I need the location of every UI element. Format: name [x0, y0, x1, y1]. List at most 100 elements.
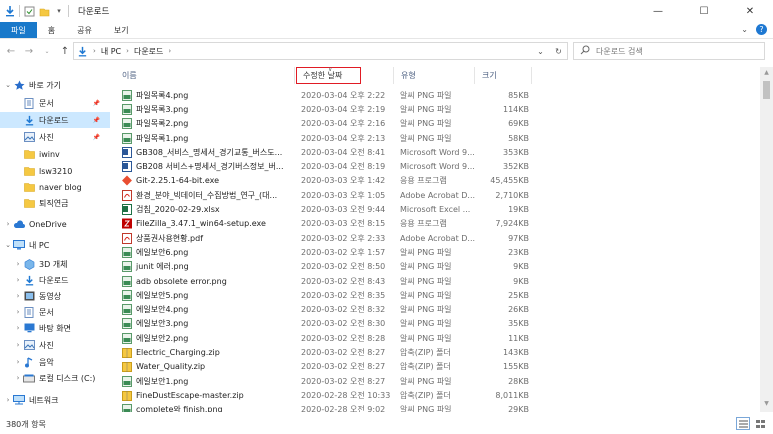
nav-item-6[interactable]: naver blog	[0, 179, 110, 195]
chevron-right-icon[interactable]: ›	[13, 276, 23, 284]
search-input[interactable]	[596, 46, 746, 56]
new-folder-icon[interactable]	[38, 5, 50, 17]
file-name-cell[interactable]: adb obsolete error.png	[122, 275, 300, 287]
file-row[interactable]: 에일보안5.png 2020-03-02 오전 8:35 알씨 PNG 파일 25KB	[119, 288, 759, 302]
file-name-cell[interactable]: GB208 서비스+명세서_경기버스정보_버...	[122, 161, 300, 173]
column-header-date[interactable]: ∨ 수정한 날짜	[296, 66, 361, 84]
maximize-button[interactable]: ☐	[681, 0, 727, 22]
file-name-cell[interactable]: 에일보안5.png	[122, 289, 300, 301]
file-name-cell[interactable]: GB308_서비스_명세서_경기교통_버스도...	[122, 146, 300, 158]
file-row[interactable]: Water_Quality.zip 2020-03-02 오전 8:27 압축(ZI…	[119, 360, 759, 374]
nav-item-16[interactable]: › 음악	[0, 354, 110, 370]
file-row[interactable]: 에일보안1.png 2020-03-02 오전 8:27 알씨 PNG 파일 28KB	[119, 374, 759, 388]
file-name-cell[interactable]: Git-2.25.1-64-bit.exe	[122, 175, 300, 186]
column-header-type[interactable]: 유형	[393, 67, 475, 84]
nav-item-5[interactable]: lsw3210	[0, 163, 110, 179]
breadcrumb-separator-icon[interactable]: ›	[124, 47, 131, 55]
file-row[interactable]: complete와 finish.png 2020-02-28 오전 9:02 알씨…	[119, 403, 759, 412]
nav-item-15[interactable]: › 사진	[0, 337, 110, 353]
file-name-cell[interactable]: 파일목록2.png	[122, 118, 300, 130]
search-box[interactable]	[573, 42, 765, 60]
scrollbar-thumb[interactable]	[763, 81, 770, 99]
nav-item-13[interactable]: › 문서	[0, 304, 110, 320]
chevron-right-icon[interactable]: ›	[3, 396, 13, 404]
file-name-cell[interactable]: 파일목록1.png	[122, 132, 300, 144]
tab-share[interactable]: 공유	[66, 22, 103, 38]
chevron-right-icon[interactable]: ›	[13, 341, 23, 349]
minimize-button[interactable]: —	[635, 0, 681, 22]
file-row[interactable]: Electric_Charging.zip 2020-03-02 오전 8:27 압…	[119, 345, 759, 359]
file-name-cell[interactable]: Water_Quality.zip	[122, 361, 300, 373]
nav-item-3[interactable]: 사진 📌	[0, 129, 110, 145]
help-icon[interactable]: ?	[756, 24, 767, 35]
address-field[interactable]: › 내 PC › 다운로드 › ⌄ ↻	[73, 42, 568, 60]
file-name-cell[interactable]: 에일보안3.png	[122, 318, 300, 330]
nav-item-10[interactable]: › 3D 개체	[0, 256, 110, 272]
up-arrow-icon[interactable]: ↑	[58, 44, 72, 58]
recent-locations-icon[interactable]: ⌄	[40, 44, 54, 58]
file-name-cell[interactable]: FineDustEscape-master.zip	[122, 390, 300, 401]
nav-item-18[interactable]: › 네트워크	[0, 392, 110, 408]
file-row[interactable]: 파일목록4.png 2020-03-04 오후 2:22 알씨 PNG 파일 85KB	[119, 88, 759, 102]
nav-item-1[interactable]: 문서 📌	[0, 95, 110, 111]
file-name-cell[interactable]: 상품권사용현황.pdf	[122, 232, 300, 244]
file-name-cell[interactable]: 에일보안2.png	[122, 332, 300, 344]
refresh-icon[interactable]: ↻	[549, 43, 567, 59]
file-row[interactable]: FineDustEscape-master.zip 2020-02-28 오전 1…	[119, 388, 759, 402]
chevron-right-icon[interactable]: ›	[3, 220, 13, 228]
chevron-right-icon[interactable]: ›	[13, 308, 23, 316]
nav-item-0[interactable]: ⌄ 바로 가기	[0, 77, 110, 93]
file-row[interactable]: 에일보안4.png 2020-03-02 오전 8:32 알씨 PNG 파일 26KB	[119, 303, 759, 317]
file-row[interactable]: 파일목록1.png 2020-03-04 오후 2:13 알씨 PNG 파일 58KB	[119, 131, 759, 145]
file-name-cell[interactable]: junit 에러.png	[122, 261, 300, 273]
nav-item-17[interactable]: › 로컬 디스크 (C:)	[0, 370, 110, 386]
file-name-cell[interactable]: 에일보안1.png	[122, 375, 300, 387]
file-name-cell[interactable]: 에일보안6.png	[122, 246, 300, 258]
chevron-down-icon[interactable]: ⌄	[3, 81, 13, 89]
file-row[interactable]: 에일보안6.png 2020-03-02 오후 1:57 알씨 PNG 파일 23KB	[119, 245, 759, 259]
file-row[interactable]: GB308_서비스_명세서_경기교통_버스도... 2020-03-04 오전 8…	[119, 145, 759, 159]
file-row[interactable]: adb obsolete error.png 2020-03-02 오전 8:43…	[119, 274, 759, 288]
file-name-cell[interactable]: 환경_분야_빅데이터_수집방법_연구_(대...	[122, 189, 300, 201]
file-row[interactable]: 환경_분야_빅데이터_수집방법_연구_(대... 2020-03-03 오후 1:…	[119, 188, 759, 202]
breadcrumb-separator-icon[interactable]: ›	[166, 47, 173, 55]
file-name-cell[interactable]: Electric_Charging.zip	[122, 347, 300, 359]
tab-home[interactable]: 홈	[37, 22, 66, 38]
scroll-up-arrow-icon[interactable]: ▲	[760, 69, 773, 79]
nav-item-9[interactable]: ⌄ 내 PC	[0, 237, 110, 253]
file-row[interactable]: 파일목록3.png 2020-03-04 오후 2:19 알씨 PNG 파일 114K…	[119, 102, 759, 116]
back-arrow-icon[interactable]: ←	[4, 44, 18, 58]
nav-item-12[interactable]: › 동영상	[0, 288, 110, 304]
nav-item-8[interactable]: › OneDrive	[0, 216, 110, 232]
breadcrumb-this-pc[interactable]: 내 PC	[98, 46, 124, 57]
file-name-cell[interactable]: 파일목록4.png	[122, 89, 300, 101]
file-row[interactable]: FileZilla_3.47.1_win64-setup.exe 2020-03-…	[119, 217, 759, 231]
tab-file[interactable]: 파일	[0, 22, 37, 38]
chevron-right-icon[interactable]: ›	[13, 324, 23, 332]
nav-item-4[interactable]: iwinv	[0, 146, 110, 162]
file-name-cell[interactable]: complete와 finish.png	[122, 404, 300, 412]
file-row[interactable]: Git-2.25.1-64-bit.exe 2020-03-03 오후 1:42 응…	[119, 174, 759, 188]
file-row[interactable]: GB208 서비스+명세서_경기버스정보_버... 2020-03-04 오전 8…	[119, 160, 759, 174]
tab-view[interactable]: 보기	[103, 22, 140, 38]
file-row[interactable]: 에일보안3.png 2020-03-02 오전 8:30 알씨 PNG 파일 35KB	[119, 317, 759, 331]
file-row[interactable]: 에일보안2.png 2020-03-02 오전 8:28 알씨 PNG 파일 11KB	[119, 331, 759, 345]
file-row[interactable]: 파일목록2.png 2020-03-04 오후 2:16 알씨 PNG 파일 69KB	[119, 117, 759, 131]
chevron-down-icon[interactable]: ⌄	[3, 241, 13, 249]
close-button[interactable]: ✕	[727, 0, 773, 22]
file-name-cell[interactable]: FileZilla_3.47.1_win64-setup.exe	[122, 218, 300, 229]
nav-item-2[interactable]: 다운로드 📌	[0, 112, 110, 128]
nav-item-11[interactable]: › 다운로드	[0, 272, 110, 288]
chevron-right-icon[interactable]: ›	[13, 358, 23, 366]
breadcrumb-separator-icon[interactable]: ›	[91, 47, 98, 55]
file-row[interactable]: 상품권사용현황.pdf 2020-03-02 오후 2:33 Adobe Acrob…	[119, 231, 759, 245]
large-icons-view-icon[interactable]	[753, 417, 767, 430]
column-header-name[interactable]: 이름	[115, 67, 295, 84]
customize-dropdown-icon[interactable]: ▾	[53, 5, 65, 17]
file-row[interactable]: 검침_2020-02-29.xlsx 2020-03-03 오전 9:44 Micr…	[119, 202, 759, 216]
breadcrumb-downloads[interactable]: 다운로드	[131, 46, 166, 57]
chevron-right-icon[interactable]: ›	[13, 292, 23, 300]
file-name-cell[interactable]: 파일목록3.png	[122, 103, 300, 115]
chevron-right-icon[interactable]: ›	[13, 260, 23, 268]
file-name-cell[interactable]: 에일보안4.png	[122, 304, 300, 316]
